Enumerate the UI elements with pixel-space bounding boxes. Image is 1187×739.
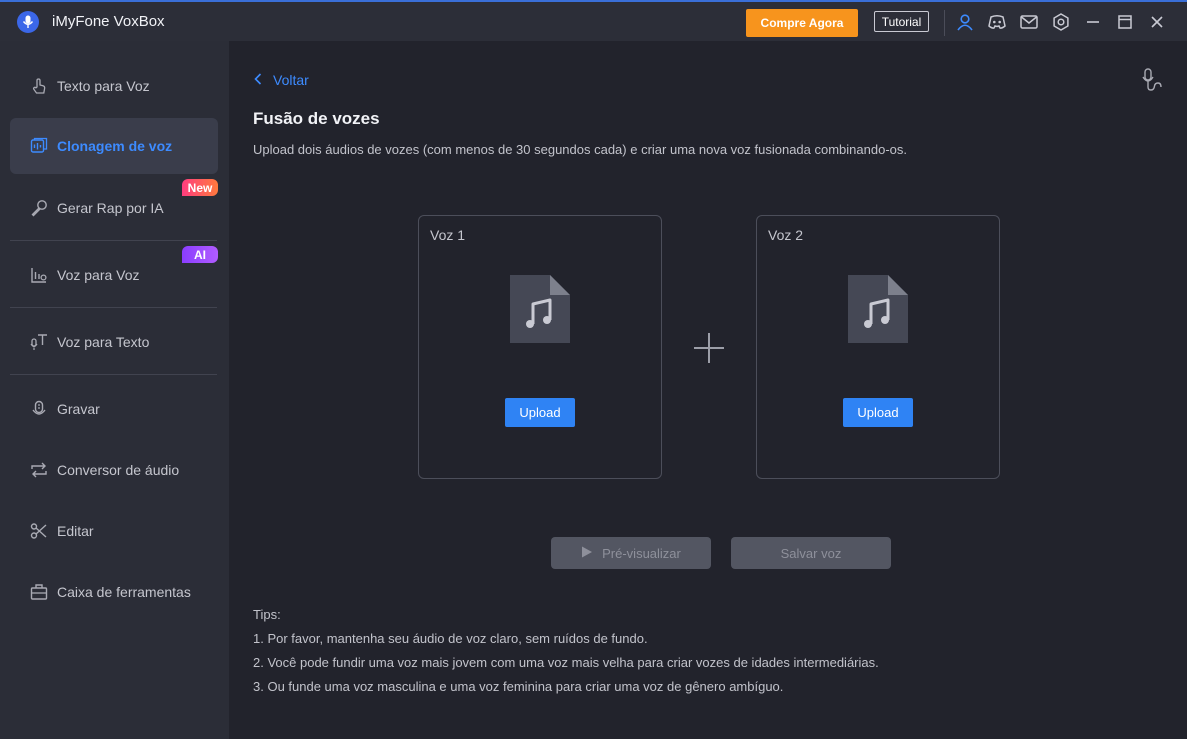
voice-1-card: Voz 1 Upload <box>418 215 662 479</box>
sidebar-divider <box>10 240 217 241</box>
scissors-icon <box>30 522 48 540</box>
title-bar-divider <box>944 10 945 36</box>
back-label: Voltar <box>273 72 309 88</box>
microphone-icon <box>30 199 48 217</box>
save-voice-button[interactable]: Salvar voz <box>731 537 891 569</box>
sidebar-divider <box>10 374 217 375</box>
voice-2-card: Voz 2 Upload <box>756 215 1000 479</box>
audio-file-icon <box>848 275 908 348</box>
chevron-left-icon <box>254 72 262 88</box>
preview-label: Pré-visualizar <box>602 545 681 561</box>
sidebar-item-texto-para-voz[interactable]: Texto para Voz <box>10 58 218 114</box>
app-logo-icon <box>17 11 39 33</box>
sidebar-item-clonagem-de-voz[interactable]: Clonagem de voz <box>10 118 218 174</box>
record-icon <box>30 400 48 418</box>
sidebar-item-voz-para-texto[interactable]: Voz para Texto <box>10 314 218 370</box>
play-icon <box>581 546 593 561</box>
voice-changer-icon <box>30 266 48 284</box>
tip-item: 1. Por favor, mantenha seu áudio de voz … <box>253 631 648 646</box>
close-icon[interactable] <box>1147 12 1167 32</box>
buy-now-button[interactable]: Compre Agora <box>746 9 858 37</box>
speech-to-text-icon <box>30 333 48 351</box>
microphone-settings-icon[interactable] <box>1142 68 1162 97</box>
back-button[interactable]: Voltar <box>254 72 309 88</box>
sidebar-item-label: Clonagem de voz <box>57 138 173 154</box>
voice-1-upload-button[interactable]: Upload <box>505 398 575 427</box>
voice-2-upload-button[interactable]: Upload <box>843 398 913 427</box>
voice-2-label: Voz 2 <box>768 227 804 243</box>
sidebar-item-label: Texto para Voz <box>57 78 150 94</box>
voice-1-label: Voz 1 <box>430 227 466 243</box>
sidebar-item-label: Gravar <box>57 401 100 417</box>
settings-icon[interactable] <box>1051 12 1071 32</box>
convert-icon <box>30 461 48 479</box>
hand-tap-icon <box>30 77 48 95</box>
main-content: Voltar Fusão de vozes Upload dois áudios… <box>229 41 1187 739</box>
plus-icon <box>693 332 725 369</box>
page-subtitle: Upload dois áudios de vozes (com menos d… <box>253 142 907 157</box>
sidebar-item-label: Gerar Rap por IA <box>57 200 164 216</box>
audio-file-icon <box>510 275 570 348</box>
ai-badge: AI <box>182 246 218 263</box>
tutorial-button[interactable]: Tutorial <box>874 11 929 32</box>
sidebar-divider <box>10 307 217 308</box>
tips-section: Tips: 1. Por favor, mantenha seu áudio d… <box>253 607 879 703</box>
new-badge: New <box>182 179 218 196</box>
app-title: iMyFone VoxBox <box>52 13 165 30</box>
page-title: Fusão de vozes <box>253 109 380 128</box>
tip-item: 2. Você pode fundir uma voz mais jovem c… <box>253 655 879 670</box>
mail-icon[interactable] <box>1019 12 1039 32</box>
sidebar: Texto para Voz Clonagem de voz Gerar Rap… <box>0 41 229 739</box>
maximize-icon[interactable] <box>1115 12 1135 32</box>
minimize-icon[interactable] <box>1083 12 1103 32</box>
preview-button[interactable]: Pré-visualizar <box>551 537 711 569</box>
sidebar-item-label: Voz para Texto <box>57 334 150 350</box>
sidebar-item-conversor-de-audio[interactable]: Conversor de áudio <box>10 442 218 498</box>
sidebar-item-caixa-de-ferramentas[interactable]: Caixa de ferramentas <box>10 564 218 620</box>
tip-item: 3. Ou funde uma voz masculina e uma voz … <box>253 679 784 694</box>
sidebar-item-label: Editar <box>57 523 94 539</box>
sidebar-item-gravar[interactable]: Gravar <box>10 381 218 437</box>
sidebar-item-label: Conversor de áudio <box>57 462 180 478</box>
sidebar-item-label: Voz para Voz <box>57 267 140 283</box>
title-bar: iMyFone VoxBox Compre Agora Tutorial <box>0 0 1187 41</box>
sidebar-item-label: Caixa de ferramentas <box>57 584 191 600</box>
sidebar-item-editar[interactable]: Editar <box>10 503 218 559</box>
toolbox-icon <box>30 583 48 601</box>
user-icon[interactable] <box>955 12 975 32</box>
tips-heading: Tips: <box>253 607 281 622</box>
voice-clone-icon <box>30 137 48 155</box>
discord-icon[interactable] <box>987 12 1007 32</box>
